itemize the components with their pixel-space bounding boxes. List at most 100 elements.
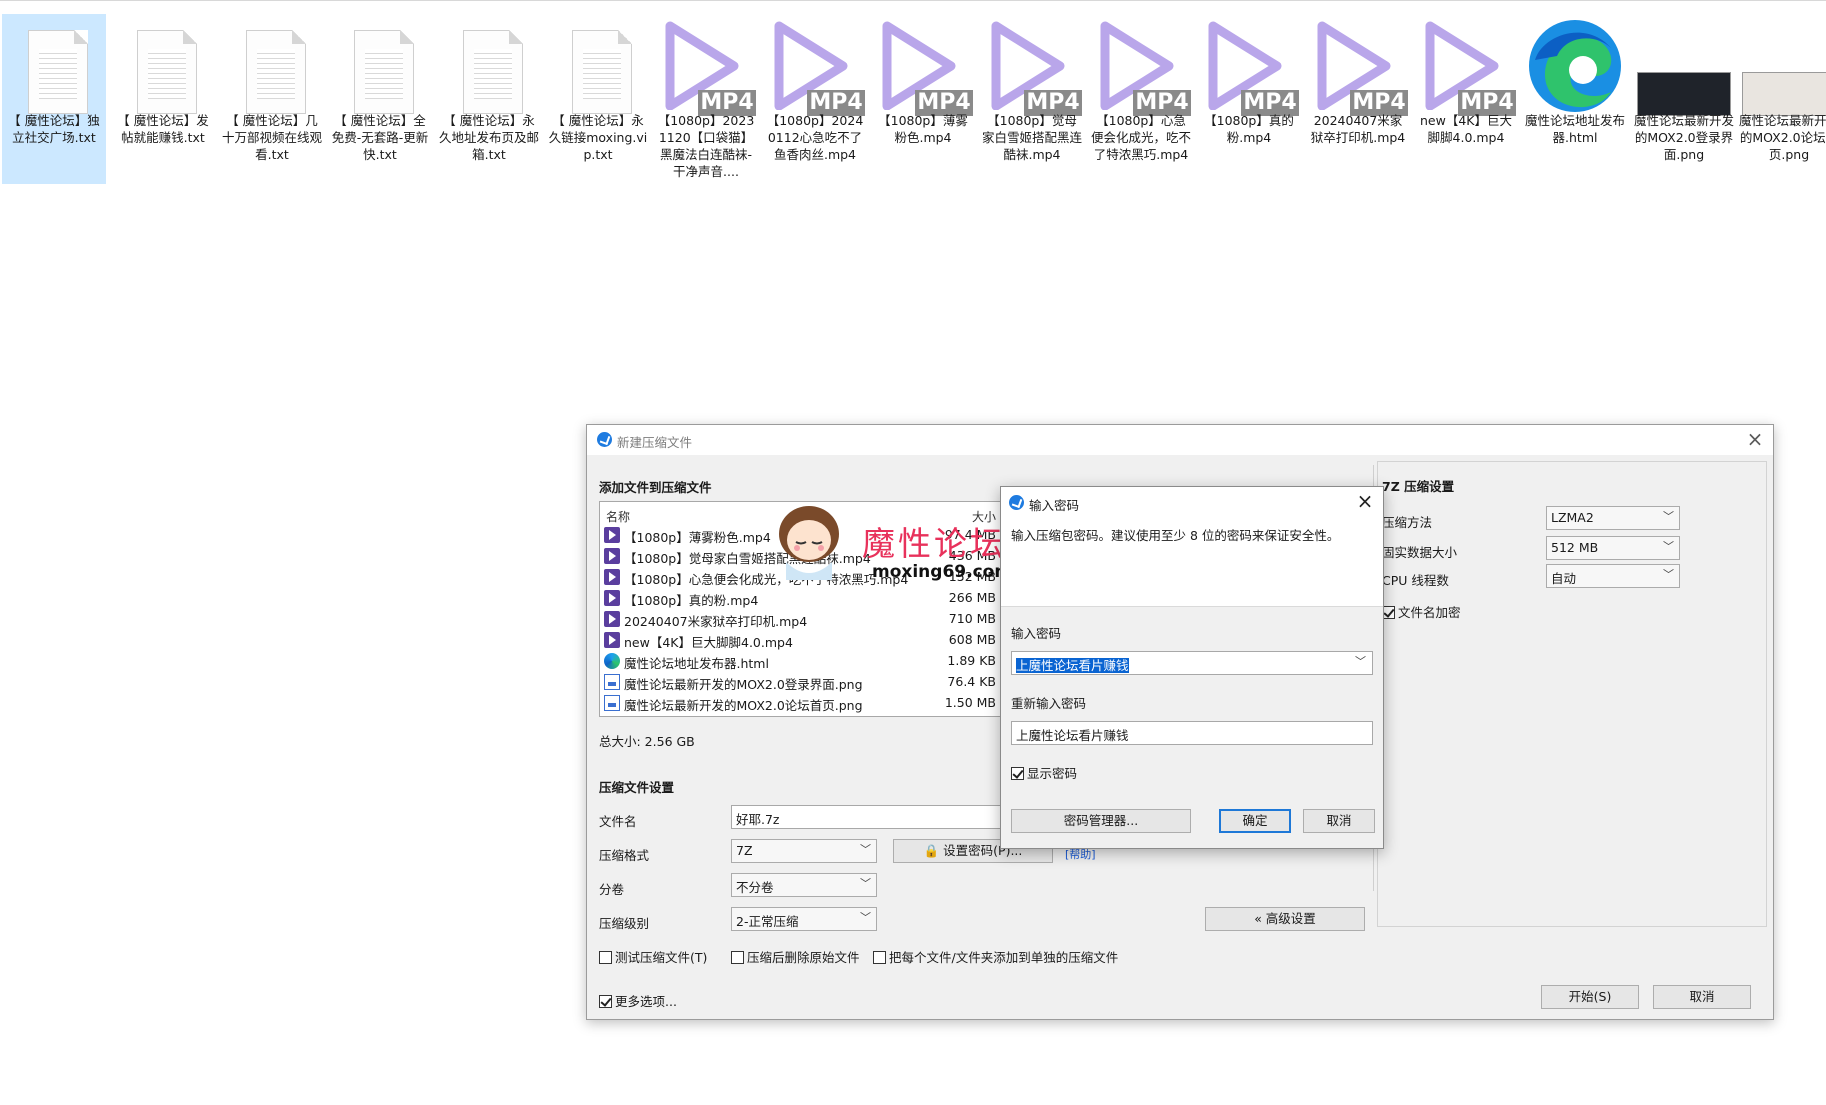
file-size: 710 MB	[944, 611, 996, 626]
show-password-checkbox[interactable]: 显示密码	[1011, 763, 1077, 782]
checkbox-box	[731, 951, 744, 964]
file-name: 20240407米家狱卒打印机.mp4	[624, 614, 808, 629]
desktop-file-label: 【1080p】20231120【口袋猫】黑魔法白连酷袜-干净声音....	[657, 113, 755, 179]
password-dialog-title: 输入密码	[1029, 498, 1080, 513]
method-label: 压缩方法	[1382, 515, 1433, 530]
checkbox-box	[599, 951, 612, 964]
desktop-file-icon[interactable]: 魔性论坛地址发布器.html	[1523, 14, 1627, 184]
video-file-icon	[604, 527, 620, 543]
mascot-watermark-icon	[779, 506, 839, 580]
image-file-icon	[604, 674, 620, 690]
checkbox-label: 把每个文件/文件夹添加到单独的压缩文件	[889, 950, 1119, 965]
desktop-file-icon[interactable]: 魔性论坛最新开发的MOX2.0论坛首页.png	[1737, 14, 1826, 184]
chevron-down-icon: ﹀	[1663, 568, 1674, 581]
cpu-threads-label: CPU 线程数	[1382, 573, 1449, 588]
desktop-file-icon[interactable]: MP4 20240407米家狱卒打印机.mp4	[1306, 14, 1410, 184]
add-files-title: 添加文件到压缩文件	[599, 480, 712, 495]
column-header-name[interactable]: 名称	[606, 508, 630, 525]
chevron-down-icon: ﹀	[1355, 655, 1366, 668]
list-item[interactable]: 20240407米家狱卒打印机.mp4 710 MB	[604, 608, 998, 629]
password-input[interactable]: 上魔性论坛看片赚钱 ﹀	[1011, 651, 1373, 675]
chevron-down-icon: ﹀	[1663, 510, 1674, 523]
filename-input[interactable]: 好耶.7z	[731, 805, 1003, 829]
password-value: 上魔性论坛看片赚钱	[1016, 658, 1129, 673]
desktop-file-icon[interactable]: 魔性论坛最新开发的MOX2.0登录界面.png	[1632, 14, 1736, 184]
list-item[interactable]: 【1080p】真的粉.mp4 266 MB	[604, 587, 998, 608]
test-archive-checkbox[interactable]: 测试压缩文件(T)	[599, 947, 707, 966]
text-file-icon	[546, 20, 650, 120]
list-item[interactable]: 魔性论坛最新开发的MOX2.0登录界面.png 76.4 KB	[604, 671, 998, 692]
checkbox-label: 显示密码	[1027, 766, 1078, 781]
advanced-settings-button[interactable]: « 高级设置	[1205, 907, 1365, 931]
text-file-icon	[437, 20, 541, 120]
desktop-file-label: 【 魔性论坛】永久地址发布页及邮箱.txt	[439, 113, 540, 162]
start-button[interactable]: 开始(S)	[1541, 985, 1639, 1009]
video-file-icon: MP4	[1414, 20, 1518, 120]
desktop-file-label: 【1080p】觉母家白雪姬搭配黑连酷袜.mp4	[982, 113, 1083, 162]
desktop-file-icon[interactable]: 【 魔性论坛】永久链接moxing.vip.txt	[546, 14, 650, 184]
desktop-file-icon[interactable]: 【 魔性论坛】全免费-无套路-更新快.txt	[328, 14, 432, 184]
image-file-icon	[604, 695, 620, 711]
dialog-title: 新建压缩文件	[617, 435, 693, 450]
image-thumbnail-icon	[1737, 20, 1826, 120]
text-file-icon	[328, 20, 432, 120]
desktop-file-icon[interactable]: MP4 【1080p】薄雾粉色.mp4	[871, 14, 975, 184]
list-item[interactable]: new【4K】巨大脚脚4.0.mp4 608 MB	[604, 629, 998, 650]
desktop-file-label: 【1080p】心急便会化成光，吃不了特浓黑巧.mp4	[1091, 113, 1192, 162]
more-options-checkbox[interactable]: 更多选项...	[599, 991, 677, 1010]
desktop-file-label: 【 魔性论坛】发帖就能赚钱.txt	[117, 113, 209, 145]
desktop-file-label: 魔性论坛地址发布器.html	[1525, 113, 1626, 145]
video-file-icon	[604, 611, 620, 627]
split-select[interactable]: 不分卷 ﹀	[731, 873, 877, 897]
desktop-file-label: 【1080p】20240112心急吃不了鱼香肉丝.mp4	[766, 113, 864, 162]
separate-archives-checkbox[interactable]: 把每个文件/文件夹添加到单独的压缩文件	[873, 947, 1118, 966]
format-select[interactable]: 7Z ﹀	[731, 839, 877, 863]
video-file-icon: MP4	[980, 20, 1084, 120]
desktop-file-icon[interactable]: 【 魔性论坛】永久地址发布页及邮箱.txt	[437, 14, 541, 184]
file-name: 魔性论坛地址发布器.html	[624, 656, 769, 671]
video-file-icon: MP4	[763, 20, 867, 120]
method-value: LZMA2	[1551, 510, 1594, 525]
list-item[interactable]: 魔性论坛地址发布器.html 1.89 KB	[604, 650, 998, 671]
top-divider	[0, 0, 1826, 1]
desktop-file-icon[interactable]: MP4 【1080p】真的粉.mp4	[1197, 14, 1301, 184]
desktop-file-icon[interactable]: MP4 new【4K】巨大脚脚4.0.mp4	[1414, 14, 1518, 184]
cpu-threads-select[interactable]: 自动 ﹀	[1546, 564, 1680, 588]
text-file-icon	[111, 20, 215, 120]
video-file-icon: MP4	[1089, 20, 1193, 120]
ok-button[interactable]: 确定	[1219, 809, 1291, 833]
close-icon[interactable]: ×	[1353, 489, 1377, 513]
method-select[interactable]: LZMA2 ﹀	[1546, 506, 1680, 530]
image-thumbnail-icon	[1632, 20, 1736, 120]
desktop-file-icon[interactable]: MP4 【1080p】心急便会化成光，吃不了特浓黑巧.mp4	[1089, 14, 1193, 184]
video-file-icon: MP4	[1306, 20, 1410, 120]
desktop-file-icon[interactable]: 【 魔性论坛】发帖就能赚钱.txt	[111, 14, 215, 184]
level-select[interactable]: 2-正常压缩 ﹀	[731, 907, 877, 931]
desktop-file-label: 【 魔性论坛】全免费-无套路-更新快.txt	[331, 113, 429, 162]
desktop-file-icon[interactable]: MP4 【1080p】觉母家白雪姬搭配黑连酷袜.mp4	[980, 14, 1084, 184]
desktop-file-icon[interactable]: 【 魔性论坛】独立社交广场.txt	[2, 14, 106, 184]
chevron-down-icon: ﹀	[860, 877, 871, 890]
desktop-file-label: new【4K】巨大脚脚4.0.mp4	[1420, 113, 1512, 145]
solid-size-select[interactable]: 512 MB ﹀	[1546, 536, 1680, 560]
desktop-file-icon[interactable]: MP4 【1080p】20240112心急吃不了鱼香肉丝.mp4	[763, 14, 867, 184]
file-name: 魔性论坛最新开发的MOX2.0登录界面.png	[624, 677, 863, 692]
password-manager-button[interactable]: 密码管理器...	[1011, 809, 1191, 833]
solid-size-label: 固实数据大小	[1382, 545, 1458, 560]
cancel-button[interactable]: 取消	[1653, 985, 1751, 1009]
cancel-button[interactable]: 取消	[1303, 809, 1375, 833]
reenter-password-label: 重新输入密码	[1011, 696, 1087, 711]
reenter-password-input[interactable]: 上魔性论坛看片赚钱	[1011, 721, 1373, 745]
seven-z-title: 7Z 压缩设置	[1382, 479, 1455, 494]
list-item[interactable]: 魔性论坛最新开发的MOX2.0论坛首页.png 1.50 MB	[604, 692, 998, 713]
close-icon[interactable]: ×	[1743, 427, 1767, 451]
encrypt-filenames-checkbox[interactable]: 文件名加密	[1382, 602, 1461, 621]
level-label: 压缩级别	[599, 916, 650, 931]
password-hint-area: 输入压缩包密码。建议使用至少 8 位的密码来保证安全性。	[1001, 517, 1383, 607]
desktop-file-icon[interactable]: 【 魔性论坛】几十万部视频在线观看.txt	[220, 14, 324, 184]
file-size: 76.4 KB	[943, 674, 996, 689]
app-logo-icon	[597, 432, 612, 447]
desktop-file-icon[interactable]: MP4 【1080p】20231120【口袋猫】黑魔法白连酷袜-干净声音....	[654, 14, 758, 184]
delete-after-checkbox[interactable]: 压缩后删除原始文件	[731, 947, 860, 966]
desktop-file-label: 魔性论坛最新开发的MOX2.0论坛首页.png	[1739, 113, 1826, 162]
